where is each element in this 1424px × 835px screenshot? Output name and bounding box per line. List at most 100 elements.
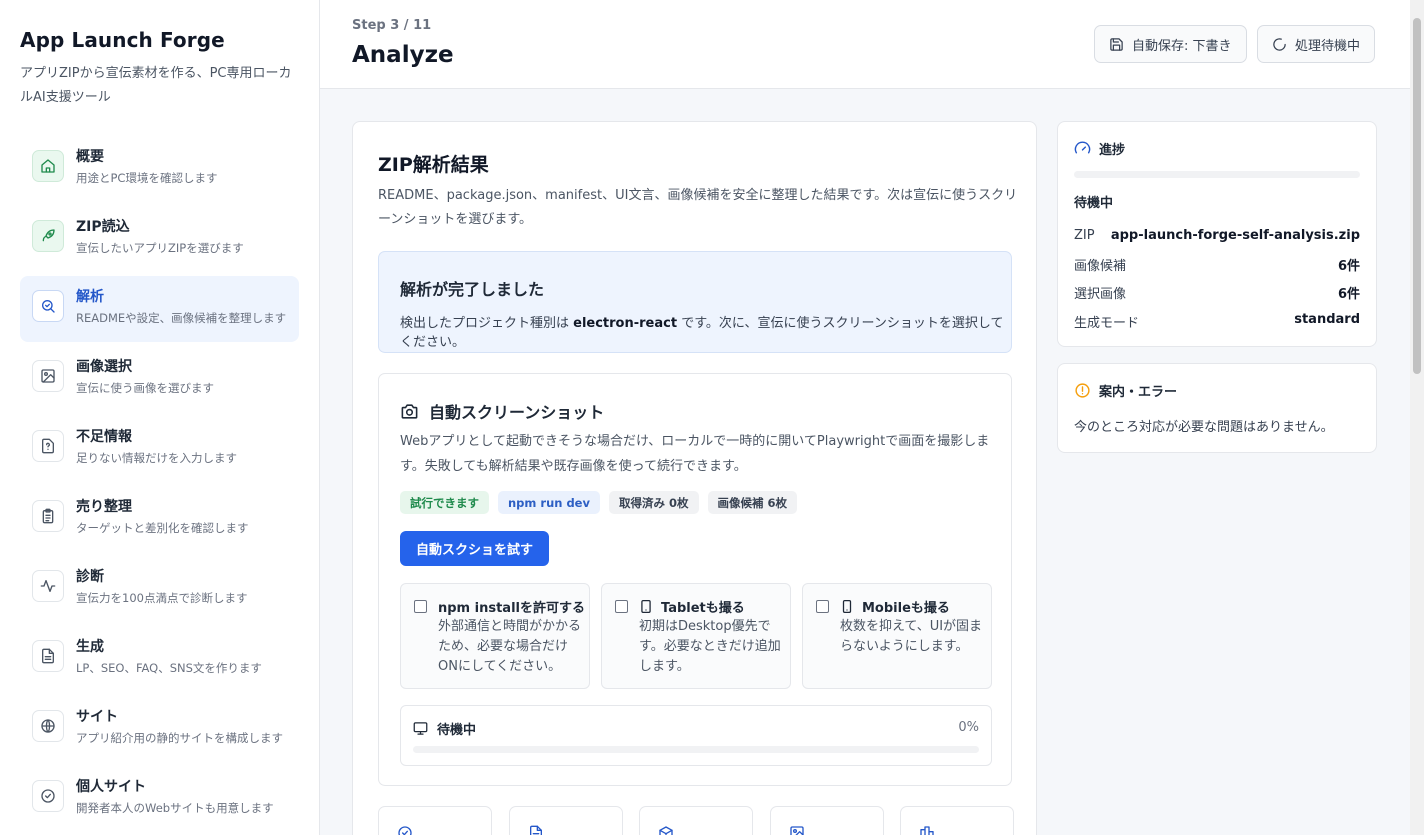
- sidebar-item-missing-info[interactable]: 不足情報 足りない情報だけを入力します: [20, 416, 299, 482]
- summary-tile-package[interactable]: [639, 806, 753, 835]
- captured-count-badge: 取得済み 0枚: [608, 491, 699, 514]
- summary-tile-layout[interactable]: [900, 806, 1014, 835]
- summary-tile-check[interactable]: [378, 806, 492, 835]
- summary-tile-document[interactable]: [508, 806, 623, 835]
- image-icon: [789, 826, 804, 835]
- sidebar-item-site[interactable]: サイトアプリ紹介用の静的サイトを構成します: [20, 696, 299, 762]
- option-desc: 初期はDesktop優先です。必要なときだけ追加します。: [639, 619, 781, 674]
- sidebar-item-analyze[interactable]: 解析 READMEや設定、画像候補を整理します: [20, 276, 299, 342]
- analysis-complete-title: 解析が完了しました: [400, 280, 545, 299]
- home-icon: [32, 150, 64, 182]
- summary-tile-images[interactable]: [769, 806, 884, 835]
- sidebar-item-image-select[interactable]: 画像選択 宣伝に使う画像を選びます: [20, 346, 299, 412]
- option-npm-install[interactable]: npm installを許可する 外部通信と時間がかかるため、必要な場合だけON…: [400, 583, 590, 689]
- monitor-icon: [413, 722, 428, 735]
- image-icon: [32, 360, 64, 392]
- sidebar-item-zip-load[interactable]: ZIP読込 宣伝したいアプリZIPを選びます: [20, 206, 299, 272]
- check-circle-icon: [398, 826, 412, 835]
- info-row-selected-images: 選択画像 6件: [1074, 283, 1360, 302]
- sidebar-item-desc: 用途とPC環境を確認します: [76, 171, 218, 185]
- page-title: Analyze: [352, 42, 454, 68]
- layout-icon: [920, 826, 934, 835]
- tablet-checkbox[interactable]: [615, 600, 628, 613]
- brand: App Launch Forge アプリZIPから宣伝素材を作る、PC専用ローカ…: [0, 0, 319, 110]
- sidebar-item-overview[interactable]: 概要用途とPC環境を確認します: [20, 136, 299, 202]
- info-value: 6件: [1337, 259, 1360, 274]
- sidebar-item-label: サイト: [76, 709, 118, 725]
- overall-progress-bar: [1074, 171, 1360, 178]
- status-badge: 試行できます: [400, 491, 489, 514]
- sidebar-item-label: 不足情報: [76, 429, 132, 445]
- check-circle-icon: [32, 780, 64, 812]
- tablet-icon: [641, 600, 651, 613]
- autosave-button[interactable]: 自動保存: 下書き: [1094, 25, 1247, 63]
- sidebar-item-personal-site[interactable]: 個人サイト 開発者本人のWebサイトも用意します: [20, 766, 299, 832]
- sidebar-item-desc: 宣伝に使う画像を選びます: [76, 381, 214, 395]
- document-icon: [529, 825, 542, 835]
- analysis-complete-text: 検出したプロジェクト種別は electron-react です。次に、宣伝に使う…: [400, 312, 1011, 350]
- option-title-text: npm installを許可する: [438, 601, 585, 616]
- option-title-text: Mobileも撮る: [862, 601, 950, 616]
- option-desc: 枚数を抑えて、UIが固まらないようにします。: [840, 619, 983, 654]
- progress-card-title: 進捗: [1099, 143, 1126, 158]
- info-key: ZIP: [1074, 228, 1095, 243]
- option-title: npm installを許可する: [438, 597, 585, 616]
- page-scrollbar[interactable]: [1410, 0, 1424, 835]
- sidebar-item-label: 診断: [76, 569, 104, 585]
- progress-bar: [413, 746, 979, 753]
- info-row-mode: 生成モード standard: [1074, 312, 1360, 331]
- progress-label-text: 待機中: [437, 723, 477, 738]
- alert-circle-icon: [1075, 383, 1090, 398]
- sidebar-item-label: 売り整理: [76, 499, 132, 515]
- sidebar-item-desc: 宣伝力を100点満点で診断します: [76, 591, 248, 605]
- info-value: app-launch-forge-self-analysis.zip: [1110, 228, 1360, 243]
- topbar: Step 3 / 11 Analyze 自動保存: 下書き 処理待機中: [320, 0, 1410, 89]
- option-title-text: Tabletも撮る: [661, 601, 745, 616]
- sidebar-item-generate[interactable]: 生成 LP、SEO、FAQ、SNS文を作ります: [20, 626, 299, 692]
- gauge-icon: [1074, 141, 1091, 154]
- activity-icon: [32, 570, 64, 602]
- npm-install-checkbox[interactable]: [414, 600, 427, 613]
- sidebar-nav: 概要用途とPC環境を確認します ZIP読込 宣伝したいアプリZIPを選びます 解析…: [20, 136, 299, 835]
- info-value: 6件: [1337, 287, 1360, 302]
- sidebar-item-label: 概要: [76, 149, 104, 165]
- sidebar-item-diagnosis[interactable]: 診断宣伝力を100点満点で診断します: [20, 556, 299, 622]
- info-value: standard: [1294, 312, 1360, 327]
- globe-icon: [32, 710, 64, 742]
- option-title: Tabletも撮る: [639, 597, 745, 616]
- app-title: App Launch Forge: [20, 28, 225, 52]
- notice-card-title: 案内・エラー: [1099, 385, 1178, 400]
- sidebar-item-desc: READMEや設定、画像候補を整理します: [76, 311, 287, 325]
- clipboard-icon: [32, 500, 64, 532]
- step-indicator: Step 3 / 11: [352, 18, 432, 33]
- scrollbar-thumb[interactable]: [1413, 18, 1421, 374]
- progress-card: 進捗 待機中 ZIP app-launch-forge-self-analysis…: [1057, 121, 1377, 347]
- mobile-icon: [842, 600, 852, 613]
- info-key: 選択画像: [1074, 287, 1127, 302]
- status-chips: 試行できます npm run dev 取得済み 0枚 画像候補 6枚: [400, 491, 806, 514]
- mobile-checkbox[interactable]: [816, 600, 829, 613]
- save-icon: [1110, 37, 1123, 51]
- sidebar-item-desc: アプリ紹介用の静的サイトを構成します: [76, 731, 283, 745]
- complete-text-prefix: 検出したプロジェクト種別は: [400, 316, 574, 331]
- progress-status: 待機中: [1074, 196, 1114, 211]
- package-icon: [659, 826, 673, 835]
- document-icon: [32, 640, 64, 672]
- processing-label: 処理待機中: [1295, 38, 1361, 54]
- command-badge: npm run dev: [498, 491, 600, 514]
- zip-analysis-card: ZIP解析結果 README、package.json、manifest、UI文…: [352, 121, 1037, 835]
- notice-card-header: 案内・エラー: [1074, 381, 1177, 400]
- search-icon: [32, 290, 64, 322]
- option-mobile[interactable]: Mobileも撮る 枚数を抑えて、UIが固まらないようにします。: [802, 583, 992, 689]
- try-auto-screenshot-button[interactable]: 自動スクショを試す: [400, 531, 550, 566]
- option-tablet[interactable]: Tabletも撮る 初期はDesktop優先です。必要なときだけ追加します。: [601, 583, 791, 689]
- spinner-icon: [1273, 37, 1286, 51]
- info-key: 画像候補: [1074, 259, 1127, 274]
- processing-status-button[interactable]: 処理待機中: [1257, 25, 1376, 63]
- summary-tiles: [378, 806, 1031, 835]
- sidebar-item-selling-points[interactable]: 売り整理 ターゲットと差別化を確認します: [20, 486, 299, 552]
- rocket-icon: [32, 220, 64, 252]
- app-subtitle: アプリZIPから宣伝素材を作る、PC専用ローカルAI支援ツール: [20, 66, 292, 105]
- option-title: Mobileも撮る: [840, 597, 950, 616]
- auto-screenshot-desc: Webアプリとして起動できそうな場合だけ、ローカルで一時的に開いてPlaywri…: [400, 434, 990, 474]
